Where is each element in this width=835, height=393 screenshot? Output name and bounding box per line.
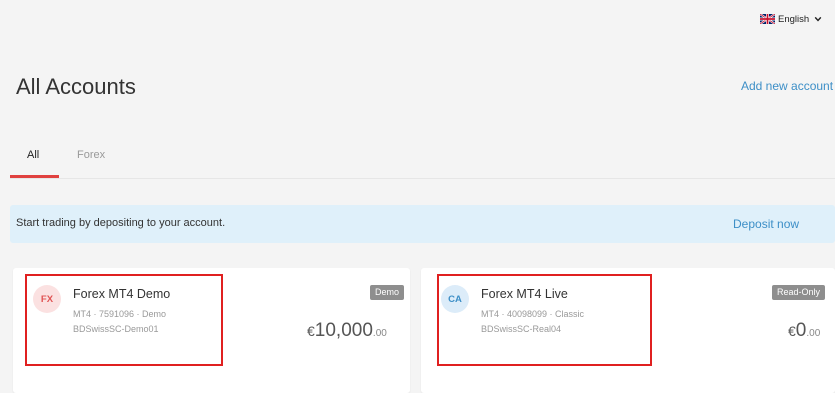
account-meta: MT4 · 40098099 · Classic (481, 309, 585, 319)
uk-flag-icon (760, 14, 775, 24)
tab-all[interactable]: All (27, 149, 39, 161)
page-title: All Accounts (16, 74, 136, 99)
balance-integer: 0 (795, 320, 807, 341)
balance-currency: € (788, 323, 796, 339)
account-name: Forex MT4 Demo (73, 287, 171, 301)
account-server: BDSwissSC-Demo01 (73, 324, 159, 334)
account-card-live[interactable]: CA Forex MT4 Live MT4 · 40098099 · Class… (421, 268, 835, 393)
account-name: Forex MT4 Live (481, 287, 568, 301)
balance-cents: .00 (372, 328, 387, 339)
account-avatar: CA (441, 285, 469, 313)
account-card-demo[interactable]: FX Forex MT4 Demo MT4 · 7591096 · Demo B… (13, 268, 410, 393)
language-selector[interactable]: English (760, 12, 822, 26)
tab-forex[interactable]: Forex (77, 149, 105, 161)
add-new-account-link[interactable]: Add new account (741, 79, 833, 93)
balance-integer: 10,000 (314, 320, 373, 341)
banner-text: Start trading by depositing to your acco… (16, 217, 226, 229)
chevron-down-icon (814, 16, 822, 22)
account-avatar: FX (33, 285, 61, 313)
deposit-banner: Start trading by depositing to your acco… (10, 205, 835, 243)
account-tabs: All Forex (10, 137, 835, 179)
account-type-badge: Demo (370, 285, 405, 300)
language-label: English (778, 13, 810, 25)
account-server: BDSwissSC-Real04 (481, 324, 562, 334)
deposit-now-link[interactable]: Deposit now (733, 217, 799, 231)
account-type-badge: Read-Only (772, 285, 826, 300)
account-balance: €10,000.00 (307, 320, 387, 342)
account-meta: MT4 · 7591096 · Demo (73, 309, 167, 319)
account-balance: €0.00 (788, 320, 820, 342)
active-tab-indicator (10, 175, 59, 178)
balance-cents: .00 (806, 328, 821, 339)
balance-currency: € (307, 323, 315, 339)
